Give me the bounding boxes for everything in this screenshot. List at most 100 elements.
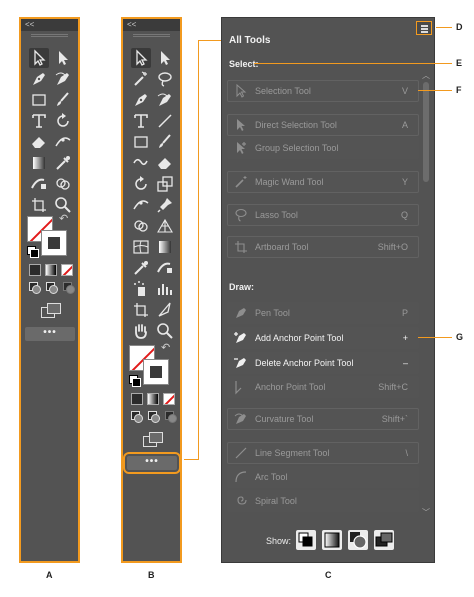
- tool-item-group-selection[interactable]: Group Selection Tool: [227, 137, 419, 159]
- stroke-swatch[interactable]: [143, 359, 169, 385]
- tool-item-magic-wand[interactable]: Magic Wand Tool Y: [227, 171, 419, 193]
- none-mode-icon[interactable]: [61, 264, 73, 276]
- type-tool-icon[interactable]: [29, 111, 49, 131]
- show-draw-modes-icon[interactable]: [348, 530, 368, 550]
- tool-item-arc[interactable]: Arc Tool: [227, 466, 419, 488]
- edit-toolbar-button[interactable]: •••: [25, 327, 75, 341]
- lasso-icon: [233, 207, 249, 223]
- gradient-mode-icon[interactable]: [147, 393, 159, 405]
- artboard-tool-icon[interactable]: [29, 195, 49, 215]
- collapse-icon[interactable]: <<: [25, 19, 34, 30]
- color-mode-icon[interactable]: [131, 393, 143, 405]
- direct-selection-tool-icon[interactable]: [155, 48, 175, 68]
- show-screen-modes-icon[interactable]: [374, 530, 394, 550]
- curvature-tool-icon[interactable]: [53, 69, 73, 89]
- pin-tool-icon[interactable]: [155, 195, 175, 215]
- line-segment-tool-icon[interactable]: [155, 111, 175, 131]
- artboard-tool-icon[interactable]: [131, 300, 151, 320]
- tool-item-line-segment[interactable]: Line Segment Tool \: [227, 442, 419, 464]
- stroke-swatch[interactable]: [41, 230, 67, 256]
- rotate-tool-icon[interactable]: [131, 174, 151, 194]
- pen-tool-icon[interactable]: [131, 90, 151, 110]
- selection-tool-icon[interactable]: [131, 48, 151, 68]
- tool-item-direct-selection[interactable]: Direct Selection Tool A: [227, 114, 419, 136]
- blend-tool-icon[interactable]: [155, 258, 175, 278]
- tool-item-curvature[interactable]: Curvature Tool Shift+`: [227, 408, 419, 430]
- draw-behind-icon[interactable]: [46, 282, 58, 294]
- rectangle-tool-icon[interactable]: [29, 90, 49, 110]
- scroll-thumb[interactable]: [423, 82, 429, 182]
- perspective-grid-tool-icon[interactable]: [155, 216, 175, 236]
- eyedropper-tool-icon[interactable]: [131, 258, 151, 278]
- eyedropper-tool-icon[interactable]: [53, 153, 73, 173]
- draw-behind-icon[interactable]: [148, 411, 160, 423]
- width-tool-icon[interactable]: [53, 132, 73, 152]
- shaper-tool-icon[interactable]: [131, 153, 151, 173]
- rectangle-tool-icon[interactable]: [131, 132, 151, 152]
- tool-item-delete-anchor-point[interactable]: Delete Anchor Point Tool –: [227, 352, 419, 374]
- direct-selection-tool-icon[interactable]: [53, 48, 73, 68]
- gradient-tool-icon[interactable]: [29, 153, 49, 173]
- draw-inside-icon[interactable]: [63, 282, 75, 294]
- magic-wand-tool-icon[interactable]: [131, 69, 151, 89]
- scrollbar[interactable]: ︿ ﹀: [421, 68, 431, 518]
- symbol-sprayer-tool-icon[interactable]: [131, 279, 151, 299]
- tool-item-anchor-point[interactable]: Anchor Point Tool Shift+C: [227, 376, 419, 398]
- panel-menu-icon[interactable]: [416, 21, 432, 35]
- eraser-tool-icon[interactable]: [155, 153, 175, 173]
- gradient-mode-icon[interactable]: [45, 264, 57, 276]
- color-mode-icon[interactable]: [29, 264, 41, 276]
- pen-tool-icon[interactable]: [29, 69, 49, 89]
- draw-normal-icon[interactable]: [131, 411, 143, 423]
- hand-tool-icon[interactable]: [131, 321, 151, 341]
- selection-tool-icon[interactable]: [29, 48, 49, 68]
- curvature-tool-icon[interactable]: [155, 90, 175, 110]
- edit-toolbar-button[interactable]: •••: [123, 452, 181, 474]
- show-fill-stroke-icon[interactable]: [296, 530, 316, 550]
- default-fill-stroke-icon[interactable]: [27, 246, 39, 258]
- tool-item-add-anchor-point[interactable]: Add Anchor Point Tool +: [227, 327, 419, 349]
- screen-mode-icon[interactable]: [143, 432, 165, 448]
- shape-builder-tool-icon[interactable]: [131, 216, 151, 236]
- direct-selection-icon: [233, 117, 249, 133]
- slice-tool-icon[interactable]: [155, 300, 175, 320]
- rotate-tool-icon[interactable]: [53, 111, 73, 131]
- shape-builder-tool-icon[interactable]: [53, 174, 73, 194]
- screen-mode-icon[interactable]: [41, 303, 63, 319]
- scroll-up-icon[interactable]: ︿: [422, 70, 430, 81]
- tool-name: Anchor Point Tool: [255, 382, 326, 392]
- swap-fill-stroke-icon[interactable]: ↶: [161, 341, 170, 354]
- tool-item-lasso[interactable]: Lasso Tool Q: [227, 204, 419, 226]
- column-graph-tool-icon[interactable]: [155, 279, 175, 299]
- mesh-tool-icon[interactable]: [131, 237, 151, 257]
- draw-normal-icon[interactable]: [29, 282, 41, 294]
- tool-item-selection[interactable]: Selection Tool V: [227, 80, 419, 102]
- draw-inside-icon[interactable]: [165, 411, 177, 423]
- width-tool-icon[interactable]: [131, 195, 151, 215]
- drag-handle[interactable]: [31, 34, 68, 37]
- callout-d: D: [456, 22, 463, 32]
- none-mode-icon[interactable]: [163, 393, 175, 405]
- swap-fill-stroke-icon[interactable]: ↶: [59, 212, 68, 225]
- drag-handle[interactable]: [133, 34, 170, 37]
- tool-item-artboard[interactable]: Artboard Tool Shift+O: [227, 236, 419, 258]
- tool-name: Artboard Tool: [255, 242, 309, 252]
- tool-item-spiral[interactable]: Spiral Tool: [227, 490, 419, 512]
- paintbrush-tool-icon[interactable]: [53, 90, 73, 110]
- pen-icon: [233, 305, 249, 321]
- eraser-tool-icon[interactable]: [29, 132, 49, 152]
- paintbrush-tool-icon[interactable]: [155, 132, 175, 152]
- lasso-tool-icon[interactable]: [155, 69, 175, 89]
- default-fill-stroke-icon[interactable]: [129, 375, 141, 387]
- show-color-gradient-icon[interactable]: [322, 530, 342, 550]
- blend-tool-icon[interactable]: [29, 174, 49, 194]
- gradient-tool-icon[interactable]: [155, 237, 175, 257]
- fill-stroke-swatches: ↶: [27, 213, 71, 260]
- scale-tool-icon[interactable]: [155, 174, 175, 194]
- zoom-tool-icon[interactable]: [155, 321, 175, 341]
- scroll-down-icon[interactable]: ﹀: [422, 507, 430, 518]
- tool-item-pen[interactable]: Pen Tool P: [227, 302, 419, 324]
- type-tool-icon[interactable]: [131, 111, 151, 131]
- collapse-icon[interactable]: <<: [127, 19, 136, 30]
- tool-name: Delete Anchor Point Tool: [255, 358, 354, 368]
